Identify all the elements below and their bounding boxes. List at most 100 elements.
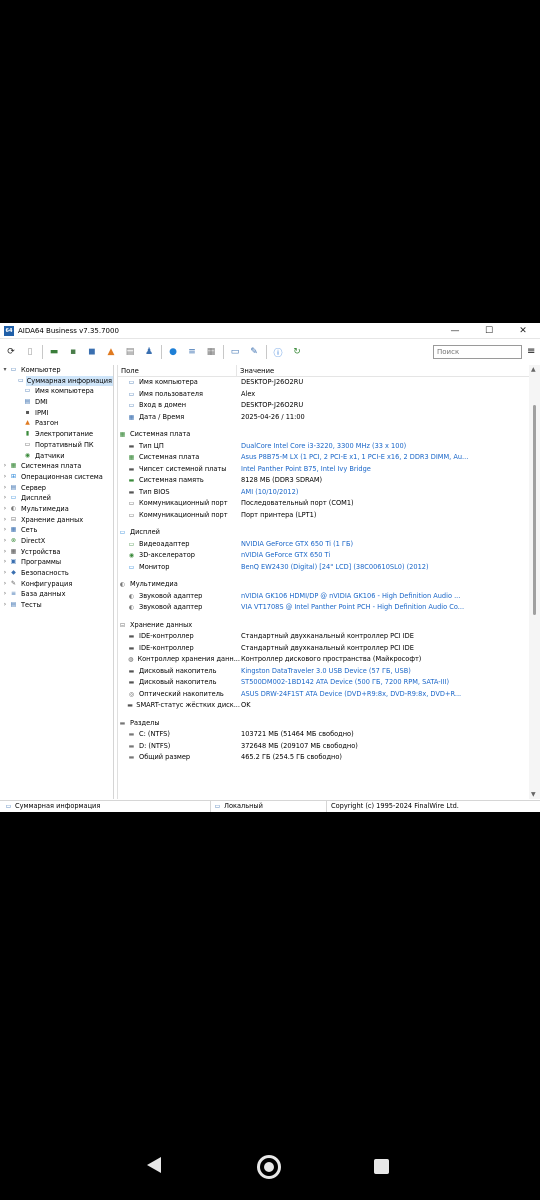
tree-item[interactable]: › ▣ Программы [0, 557, 113, 568]
report-icon[interactable]: ▯ [22, 344, 38, 360]
table-row[interactable]: ▬ SMART-статус жёстких диск... OK [118, 700, 530, 712]
expand-toggle-icon[interactable]: › [1, 600, 9, 611]
scrollbar-thumb[interactable] [533, 405, 536, 615]
table-row[interactable]: ◐ Звуковой адаптер VIA VT1708S @ Intel Pan… [118, 602, 530, 614]
category-header[interactable]: ◐ Мультимедиа [118, 579, 530, 591]
database-icon[interactable]: ≡ [184, 344, 200, 360]
globe-icon[interactable]: ● [165, 344, 181, 360]
field-value[interactable]: Kingston DataTraveler 3.0 USB Device (57… [240, 666, 530, 678]
tree-item[interactable]: ▲ Разгон [0, 418, 113, 429]
expand-toggle-icon[interactable]: › [1, 461, 9, 472]
table-row[interactable]: ◐ Звуковой адаптер nVIDIA GK106 HDMI/DP @ … [118, 591, 530, 603]
table-row[interactable]: ▬ C: (NTFS) 103721 МБ (51464 МБ свободно) [118, 729, 530, 741]
category-header[interactable]: ▬ Разделы [118, 718, 530, 730]
expand-toggle-icon[interactable]: › [1, 525, 9, 536]
tree-item[interactable]: › ▦ Системная плата [0, 461, 113, 472]
table-row[interactable]: ▭ Имя пользователя Alex [118, 389, 530, 401]
chip-icon[interactable]: ▪ [65, 344, 81, 360]
table-row[interactable]: ▬ D: (NTFS) 372648 МБ (209107 МБ свободно) [118, 741, 530, 753]
expand-toggle-icon[interactable]: › [1, 536, 9, 547]
cache-icon[interactable]: ◼ [84, 344, 100, 360]
tree-item[interactable]: › ⊞ Операционная система [0, 472, 113, 483]
export-icon[interactable]: ↻ [289, 344, 305, 360]
field-value[interactable]: ASUS DRW-24F1ST ATA Device (DVD+R9:8x, D… [240, 689, 530, 701]
table-row[interactable]: ▦ Дата / Время 2025-04-26 / 11:00 [118, 412, 530, 424]
scroll-down-icon[interactable]: ▼ [531, 791, 536, 798]
field-value[interactable]: DualCore Intel Core i3-3220, 3300 MHz (3… [240, 441, 530, 453]
field-value[interactable]: nVIDIA GK106 HDMI/DP @ nVIDIA GK106 - Hi… [240, 591, 530, 603]
table-row[interactable]: ▦ Системная плата Asus P8B75-M LX (1 PCI, … [118, 452, 530, 464]
tree-item[interactable]: ▭ Портативный ПК [0, 440, 113, 451]
table-row[interactable]: ▬ Дисковый накопитель ST500DM002-1BD142 AT… [118, 677, 530, 689]
tree-item[interactable]: › ✎ Конфигурация [0, 579, 113, 590]
memory-icon[interactable]: ▬ [46, 344, 62, 360]
tree-item[interactable]: › ▤ Тесты [0, 600, 113, 611]
field-value[interactable]: ST500DM002-1BD142 ATA Device (500 ГБ, 72… [240, 677, 530, 689]
tree-item[interactable]: › ▦ Устройства [0, 547, 113, 558]
table-row[interactable]: ▭ Коммуникационный порт Порт принтера (LPT… [118, 510, 530, 522]
expand-toggle-icon[interactable]: › [1, 504, 9, 515]
table-row[interactable]: ▭ Видеоадаптер NVIDIA GeForce GTX 650 Ti (… [118, 539, 530, 551]
scroll-up-icon[interactable]: ▲ [531, 366, 536, 373]
user-icon[interactable]: ♟ [141, 344, 157, 360]
table-row[interactable]: ◉ 3D-акселератор nVIDIA GeForce GTX 650 Ti [118, 550, 530, 562]
expand-toggle-icon[interactable]: ▾ [1, 365, 9, 376]
document-icon[interactable]: ▦ [203, 344, 219, 360]
field-value[interactable]: BenQ EW2430 (Digital) [24" LCD] (38C0061… [240, 562, 530, 574]
tree-item[interactable]: › ≡ База данных [0, 589, 113, 600]
table-row[interactable]: ◍ Контроллер хранения данн... Контроллер д… [118, 654, 530, 666]
table-row[interactable]: ▬ Системная память 8128 МБ (DDR3 SDRAM) [118, 475, 530, 487]
tree-item[interactable]: › ▤ Сервер [0, 483, 113, 494]
table-row[interactable]: ◎ Оптический накопитель ASUS DRW-24F1ST AT… [118, 689, 530, 701]
details-vertical-scrollbar[interactable]: ▲ ▼ [529, 365, 540, 799]
field-value[interactable]: Intel Panther Point B75, Intel Ivy Bridg… [240, 464, 530, 476]
tree-item[interactable]: ▾ ▭ Компьютер [0, 365, 113, 376]
refresh-icon[interactable]: ⟳ [3, 344, 19, 360]
table-row[interactable]: ▬ Тип ЦП DualCore Intel Core i3-3220, 3300… [118, 441, 530, 453]
tree-item[interactable]: › ▭ Дисплей [0, 493, 113, 504]
expand-toggle-icon[interactable]: › [1, 568, 9, 579]
benchmark-icon[interactable]: ▲ [103, 344, 119, 360]
expand-toggle-icon[interactable]: › [1, 515, 9, 526]
expand-toggle-icon[interactable]: › [1, 589, 9, 600]
tree-item[interactable]: ▤ DMI [0, 397, 113, 408]
category-header[interactable]: ▭ Дисплей [118, 527, 530, 539]
disk-icon[interactable]: ▤ [122, 344, 138, 360]
expand-toggle-icon[interactable]: › [1, 579, 9, 590]
field-value[interactable]: Asus P8B75-M LX (1 PCI, 2 PCI-E x1, 1 PC… [240, 452, 530, 464]
back-icon[interactable] [147, 1157, 161, 1173]
tree-item[interactable]: › ◆ Безопасность [0, 568, 113, 579]
table-row[interactable]: ▬ Общий размер 465.2 ГБ (254.5 ГБ свободно… [118, 752, 530, 764]
table-row[interactable]: ▬ Чипсет системной платы Intel Panther Poi… [118, 464, 530, 476]
maximize-button[interactable]: ☐ [472, 323, 506, 339]
minimize-button[interactable]: — [438, 323, 472, 339]
tree-item[interactable]: › ▦ Сеть [0, 525, 113, 536]
tree-item[interactable]: ◉ Датчики [0, 451, 113, 462]
wrench-icon[interactable]: ✎ [246, 344, 262, 360]
home-icon[interactable] [257, 1155, 281, 1179]
table-row[interactable]: ▭ Вход в домен DESKTOP-J26O2RU [118, 400, 530, 412]
field-value[interactable]: NVIDIA GeForce GTX 650 Ti (1 ГБ) [240, 539, 530, 551]
monitor-icon[interactable]: ▭ [227, 344, 243, 360]
tree-item[interactable]: ▮ Электропитание [0, 429, 113, 440]
category-header[interactable]: ⊟ Хранение данных [118, 620, 530, 632]
expand-toggle-icon[interactable]: › [1, 547, 9, 558]
expand-toggle-icon[interactable]: › [1, 557, 9, 568]
column-field-header[interactable]: Поле [118, 365, 237, 376]
table-row[interactable]: ▭ Монитор BenQ EW2430 (Digital) [24" LCD] … [118, 562, 530, 574]
tree-item[interactable]: ▭ Имя компьютера [0, 386, 113, 397]
hamburger-menu-icon[interactable]: ≡ [527, 345, 537, 359]
field-value[interactable]: AMI (10/10/2012) [240, 487, 530, 499]
field-value[interactable]: VIA VT1708S @ Intel Panther Point PCH - … [240, 602, 530, 614]
table-row[interactable]: ▬ Тип BIOS AMI (10/10/2012) [118, 487, 530, 499]
tree-item[interactable]: ▪ IPMI [0, 408, 113, 419]
column-value-header[interactable]: Значение [237, 365, 274, 376]
field-value[interactable]: nVIDIA GeForce GTX 650 Ti [240, 550, 530, 562]
search-input[interactable] [433, 345, 522, 359]
info-icon[interactable]: ⓘ [270, 344, 286, 360]
expand-toggle-icon[interactable]: › [1, 493, 9, 504]
recents-icon[interactable] [374, 1159, 389, 1174]
tree-item[interactable]: › ⊟ Хранение данных [0, 515, 113, 526]
expand-toggle-icon[interactable]: › [1, 483, 9, 494]
close-button[interactable]: ✕ [506, 323, 540, 339]
